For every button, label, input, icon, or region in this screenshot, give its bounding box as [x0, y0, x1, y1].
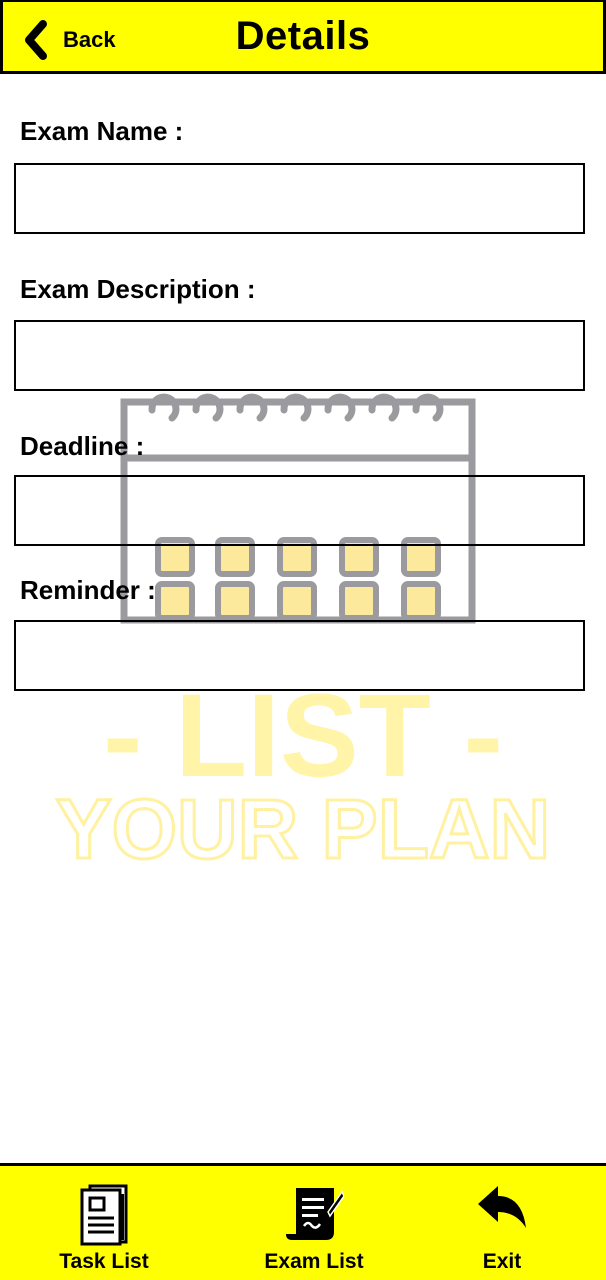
exam-name-label: Exam Name :	[20, 116, 184, 146]
nav-task-list[interactable]: Task List	[20, 1166, 188, 1280]
deadline-label: Deadline :	[20, 431, 145, 461]
app-header: Back Details	[0, 0, 606, 74]
exit-arrow-icon	[476, 1184, 528, 1237]
deadline-input[interactable]	[14, 475, 585, 546]
exam-name-input[interactable]	[14, 163, 585, 234]
task-list-icon	[78, 1184, 130, 1251]
nav-task-list-label: Task List	[59, 1250, 149, 1273]
watermark-line-2: YOUR PLAN	[56, 782, 551, 870]
nav-exit-label: Exit	[482, 1250, 522, 1273]
exam-description-label: Exam Description :	[20, 274, 256, 304]
nav-exit[interactable]: Exit	[440, 1166, 564, 1280]
bottom-navigation-bar: Task List Exam List Exit	[0, 1163, 606, 1280]
reminder-input[interactable]	[14, 620, 585, 691]
exam-description-input[interactable]	[14, 320, 585, 391]
exam-list-icon	[284, 1184, 345, 1249]
reminder-label: Reminder :	[20, 575, 156, 605]
page-title: Details	[235, 14, 371, 58]
nav-exam-list-label: Exam List	[264, 1250, 364, 1273]
nav-exam-list[interactable]: Exam List	[232, 1166, 396, 1280]
